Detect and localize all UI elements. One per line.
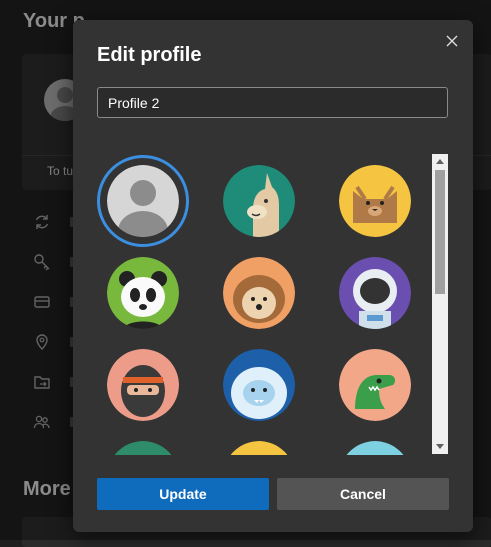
hedgehog-avatar[interactable] (223, 257, 295, 329)
default-avatar[interactable] (107, 165, 179, 237)
update-button[interactable]: Update (97, 478, 269, 510)
sky-avatar[interactable] (339, 441, 411, 455)
astronaut-avatar[interactable] (339, 257, 411, 329)
edit-profile-dialog: Edit profile Profile 2 Update Cancel (73, 20, 473, 532)
close-icon (446, 35, 458, 47)
close-button[interactable] (439, 28, 465, 54)
ninja-avatar[interactable] (107, 349, 179, 421)
chevron-down-icon (436, 444, 444, 449)
llama-avatar[interactable] (223, 165, 295, 237)
dialog-title: Edit profile (97, 44, 202, 66)
cancel-button[interactable]: Cancel (277, 478, 449, 510)
scroll-thumb[interactable] (435, 170, 445, 294)
chevron-up-icon (436, 159, 444, 164)
panda-avatar[interactable] (107, 257, 179, 329)
leaf-avatar[interactable] (107, 441, 179, 455)
scroll-down-button[interactable] (432, 440, 448, 454)
dinosaur-avatar[interactable] (339, 349, 411, 421)
scroll-up-button[interactable] (432, 154, 448, 168)
yeti-avatar[interactable] (223, 349, 295, 421)
cat-avatar[interactable] (339, 165, 411, 237)
sun-avatar[interactable] (223, 441, 295, 455)
avatar-scrollbar[interactable] (432, 154, 448, 454)
avatar-grid (97, 155, 449, 455)
profile-name-input[interactable] (97, 87, 448, 118)
